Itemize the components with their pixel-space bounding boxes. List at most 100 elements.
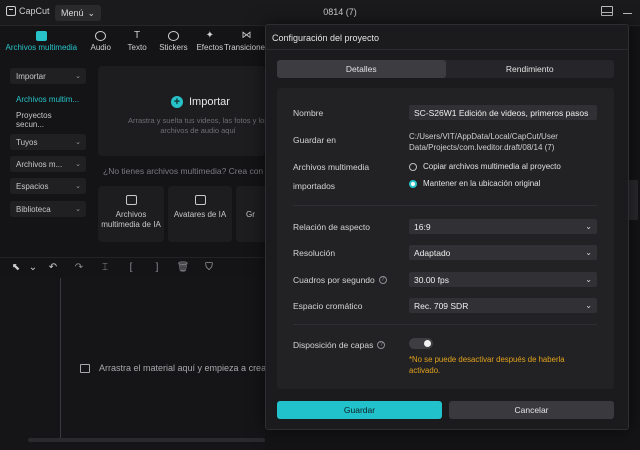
tab-transitions[interactable]: ⋈ Transiciones [224, 26, 269, 56]
aspect-ratio-select[interactable]: 16:9 ⌄ [409, 219, 597, 234]
chevron-down-icon: ⌄ [75, 73, 81, 80]
media-toolbar: Archivos multimedia Audio T Texto Sticke… [0, 26, 269, 56]
name-label: Nombre [293, 108, 324, 118]
color-space-select[interactable]: Rec. 709 SDR ⌄ [409, 298, 597, 313]
capcut-logo-icon [6, 6, 16, 16]
project-title: 0814 (7) [323, 7, 357, 17]
right-scrollbar[interactable] [628, 180, 638, 220]
layer-layout-label-text: Disposición de capas [293, 340, 374, 350]
fps-label: Cuadros por segundo ? [293, 275, 387, 285]
app-logo-text: CapCut [19, 6, 50, 16]
help-icon[interactable]: ? [378, 276, 387, 284]
save-location-label: Guardar en [293, 135, 336, 145]
radio-keep-original[interactable]: Mantener en la ubicación original [409, 179, 540, 188]
tab-performance[interactable]: Rendimiento [446, 60, 615, 78]
save-location-path[interactable]: C:/Users/VIT/AppData/Local/CapCut/User D… [409, 131, 597, 153]
import-dropzone[interactable]: + Importar Arrastra y suelta tus videos,… [98, 66, 268, 156]
imported-media-label: Archivos multimedia [293, 162, 370, 172]
radio-copy-label: Copiar archivos multimedia al proyecto [423, 162, 561, 171]
cancel-button[interactable]: Cancelar [449, 401, 614, 419]
sidebar-item-media-files[interactable]: Archivos m... ⌄ [10, 156, 86, 172]
media-sidebar: Importar ⌄ Archivos multim... Proyectos … [0, 60, 92, 250]
chevron-down-icon: ⌄ [87, 7, 96, 18]
fps-select[interactable]: 30.00 fps ⌄ [409, 272, 597, 287]
layer-layout-toggle[interactable] [409, 338, 433, 349]
sidebar-item-label: Biblioteca [16, 204, 51, 214]
toggle-knob [424, 340, 431, 347]
timeline-drop-hint: Arrastra el material aquí y empieza a cr… [80, 363, 269, 373]
menu-label: Menú [61, 8, 84, 18]
delete-icon[interactable]: 🗑 [170, 258, 196, 278]
color-space-label: Espacio cromático [293, 301, 363, 311]
playhead[interactable] [60, 278, 61, 438]
radio-off-icon [409, 162, 417, 171]
tab-media[interactable]: Archivos multimedia [0, 26, 83, 56]
trim-left-icon[interactable]: [ [118, 258, 144, 278]
ai-avatars-card[interactable]: Avatares de IA [168, 186, 232, 242]
menu-button[interactable]: Menú ⌄ [55, 5, 102, 21]
transitions-icon: ⋈ [241, 29, 252, 41]
select-cursor-icon[interactable]: ⬉ [6, 258, 26, 278]
effects-icon: ✦ [205, 29, 214, 41]
undo-icon[interactable]: ↶ [40, 258, 66, 278]
timeline-toolbar: ⬉ ⌄ ↶ ↷ ⌶ [ ] 🗑 ⛉ [0, 257, 265, 277]
shield-icon[interactable]: ⛉ [196, 258, 222, 278]
project-name-input[interactable]: SC-S26W1 Edición de videos, primeros pas… [409, 105, 597, 120]
import-hint: Arrastra y suelta tus videos, las fotos … [127, 116, 269, 135]
import-button[interactable]: + Importar [171, 96, 230, 108]
chevron-down-icon: ⌄ [585, 301, 592, 310]
tab-audio[interactable]: Audio [83, 26, 119, 56]
fps-value: 30.00 fps [414, 274, 449, 285]
ai-avatar-icon [194, 195, 206, 205]
tab-text[interactable]: T Texto [119, 26, 155, 56]
minimize-icon[interactable] [623, 12, 632, 14]
sidebar-item-label: Importar [16, 71, 46, 81]
radio-copy-media[interactable]: Copiar archivos multimedia al proyecto [409, 162, 561, 171]
title-bar: CapCut Menú ⌄ 0814 (7) [0, 0, 640, 26]
text-icon: T [134, 29, 141, 41]
third-card-label: Gr [246, 210, 255, 219]
tab-effects-label: Efectos [196, 42, 224, 52]
trim-right-icon[interactable]: ] [144, 258, 170, 278]
tab-effects[interactable]: ✦ Efectos [192, 26, 228, 56]
sidebar-item-spaces[interactable]: Espacios ⌄ [10, 178, 86, 194]
ai-media-card[interactable]: Archivos multimedia de IA [98, 186, 164, 242]
save-button[interactable]: Guardar [277, 401, 442, 419]
layout-icon[interactable] [601, 6, 613, 16]
tab-text-label: Texto [127, 42, 147, 52]
sidebar-item-label: Proyectos secun... [16, 111, 52, 129]
split-icon[interactable]: ⌶ [92, 258, 118, 278]
chevron-down-icon: ⌄ [585, 248, 592, 257]
chevron-down-icon: ⌄ [75, 183, 81, 190]
chevron-down-icon[interactable]: ⌄ [26, 258, 40, 278]
redo-icon[interactable]: ↷ [66, 258, 92, 278]
horizontal-scrollbar[interactable] [28, 438, 265, 442]
sidebar-item-library[interactable]: Biblioteca ⌄ [10, 201, 86, 217]
tab-audio-label: Audio [90, 42, 111, 52]
help-icon[interactable]: ? [377, 341, 386, 349]
settings-form: Nombre SC-S26W1 Edición de videos, prime… [277, 88, 614, 389]
color-space-value: Rec. 709 SDR [414, 300, 469, 311]
chevron-down-icon: ⌄ [585, 222, 592, 231]
sidebar-item-label: Espacios [16, 181, 49, 191]
dialog-divider [266, 49, 628, 50]
sidebar-item-media[interactable]: Archivos multim... [10, 91, 86, 107]
sidebar-item-import[interactable]: Importar ⌄ [10, 68, 86, 84]
sidebar-item-subprojects[interactable]: Proyectos secun... [10, 111, 86, 129]
tab-details[interactable]: Detalles [277, 60, 446, 78]
timeline-area[interactable]: Arrastra el material aquí y empieza a cr… [0, 278, 269, 450]
dialog-tabs: Detalles Rendimiento [277, 60, 614, 78]
third-card[interactable]: Gr [236, 186, 265, 242]
ai-avatars-label: Avatares de IA [173, 210, 227, 219]
sidebar-item-yours[interactable]: Tuyos ⌄ [10, 134, 86, 150]
chevron-down-icon: ⌄ [75, 161, 81, 168]
section-divider [293, 205, 597, 206]
audio-icon [95, 30, 107, 41]
sticker-icon [167, 30, 179, 41]
tab-stickers[interactable]: Stickers [155, 26, 191, 56]
dialog-title: Configuración del proyecto [272, 33, 380, 43]
tab-transitions-label: Transiciones [223, 42, 270, 52]
resolution-select[interactable]: Adaptado ⌄ [409, 245, 597, 260]
aspect-ratio-value: 16:9 [414, 221, 431, 232]
timeline-drop-text: Arrastra el material aquí y empieza a cr… [99, 363, 270, 373]
